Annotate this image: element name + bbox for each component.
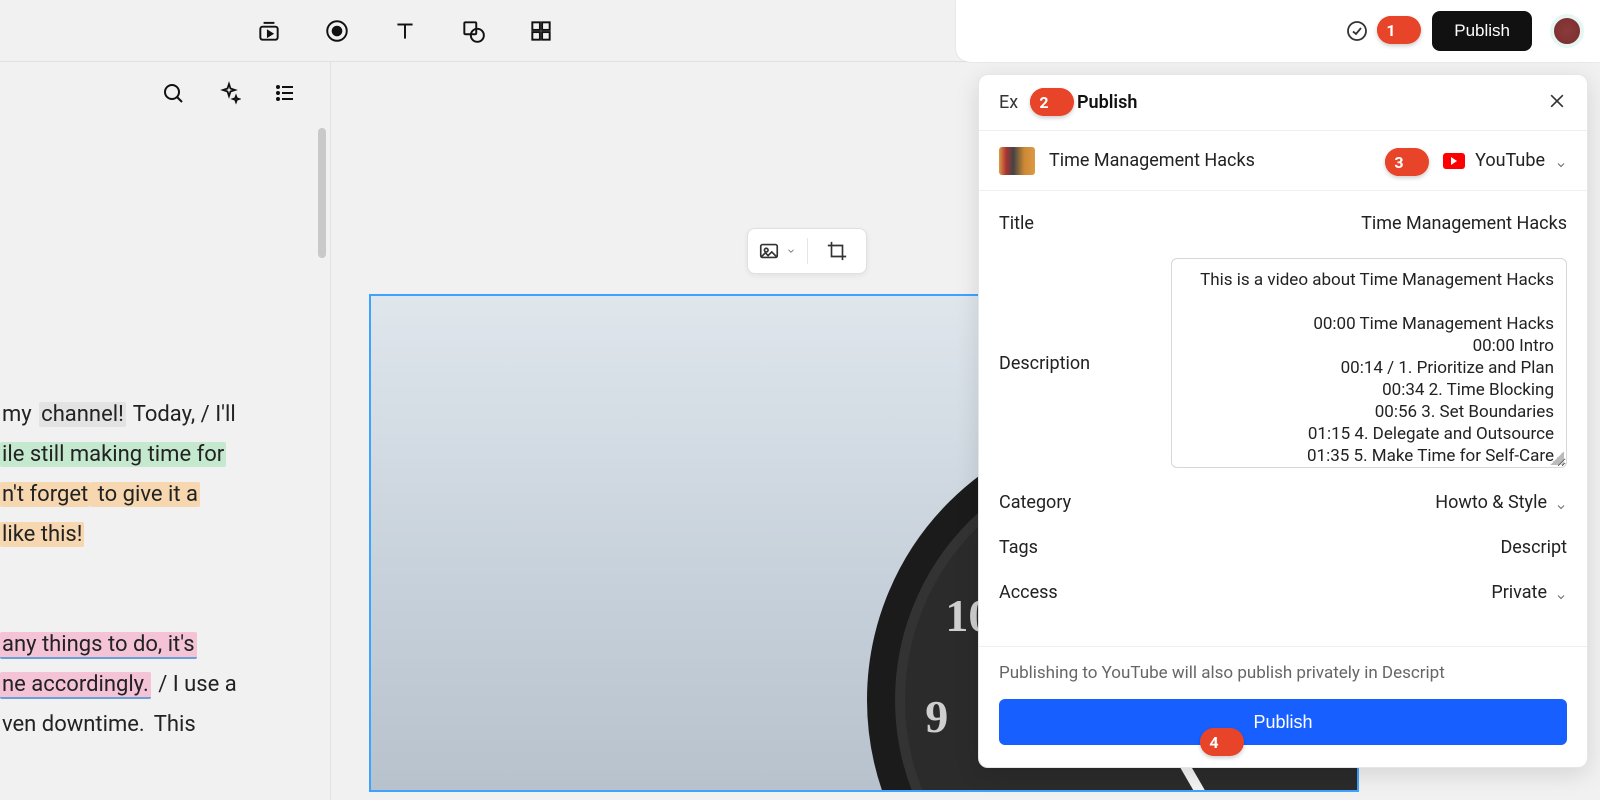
transcript-word: Today, / I'll (126, 402, 238, 427)
project-row: Time Management Hacks YouTube (979, 131, 1587, 191)
panel-title: Publish (1077, 92, 1137, 113)
chevron-down-icon (1555, 497, 1567, 509)
annotation-marker-3: 3 (1385, 148, 1429, 176)
field-value: Howto & Style (1435, 492, 1547, 513)
field-access: Access Private (999, 570, 1567, 615)
publish-button[interactable]: Publish (1432, 11, 1532, 51)
field-value[interactable]: Time Management Hacks (1361, 213, 1567, 234)
transcript-word: / I use a (151, 672, 239, 697)
transcript-word: ile still making time for (0, 442, 226, 467)
scroll-thumb[interactable] (318, 128, 326, 258)
platform-label: YouTube (1475, 150, 1545, 171)
left-tools (160, 80, 298, 106)
tags-input[interactable]: Descript (1500, 537, 1567, 558)
project-name: Time Management Hacks (1049, 150, 1255, 171)
platform-select[interactable]: YouTube (1443, 150, 1567, 171)
annotation-marker-4: 4 (1200, 728, 1244, 756)
crop-button[interactable] (808, 240, 867, 262)
transcript-word: n't forget (0, 482, 90, 507)
transcript-word: my (0, 402, 39, 427)
field-tags: Tags Descript (999, 525, 1567, 570)
publish-panel: Ex Publish Time Management Hacks YouTube… (978, 74, 1588, 768)
vertical-divider (330, 62, 331, 800)
transcript-word: ne accordingly. (0, 672, 151, 699)
text-icon[interactable] (391, 17, 419, 45)
field-category: Category Howto & Style (999, 480, 1567, 525)
chevron-down-icon (1555, 155, 1567, 167)
field-label: Description (999, 353, 1169, 374)
transcript-word: channel! (39, 402, 126, 427)
check-circle-icon[interactable] (1344, 18, 1370, 44)
field-label: Category (999, 492, 1169, 513)
field-title: Title Time Management Hacks (999, 201, 1567, 246)
image-options-button[interactable] (748, 240, 807, 262)
field-label: Title (999, 213, 1169, 234)
panel-back-label: Ex (999, 92, 1018, 113)
list-icon[interactable] (272, 80, 298, 106)
record-icon[interactable] (323, 17, 351, 45)
close-icon[interactable] (1547, 91, 1567, 115)
marker-number: 4 (1200, 728, 1228, 756)
chevron-down-icon (1555, 587, 1567, 599)
footer-note: Publishing to YouTube will also publish … (999, 663, 1567, 683)
field-value: Private (1491, 582, 1547, 603)
transcript-word: like this! (0, 522, 84, 547)
avatar[interactable] (1550, 14, 1584, 48)
description-text: This is a video about Time Management Ha… (1200, 270, 1554, 468)
description-textarea[interactable]: This is a video about Time Management Ha… (1171, 258, 1567, 468)
layout-grid-icon[interactable] (527, 17, 555, 45)
field-description: Description This is a video about Time M… (999, 246, 1567, 480)
annotation-marker-1: 1 (1377, 16, 1421, 44)
marker-number: 3 (1385, 148, 1413, 176)
transcript-word: any things to do, it's (0, 632, 197, 659)
video-queue-icon[interactable] (255, 17, 283, 45)
publish-fields: Title Time Management Hacks Description … (979, 191, 1587, 615)
resize-grip-icon[interactable] (1550, 451, 1564, 465)
panel-footer: Publishing to YouTube will also publish … (979, 646, 1587, 767)
access-select[interactable]: Private (1491, 582, 1567, 603)
marker-number: 1 (1377, 16, 1405, 44)
youtube-icon (1443, 153, 1465, 169)
sparkle-icon[interactable] (216, 80, 242, 106)
transcript-word: This (147, 712, 198, 737)
transcript-word: ven downtime. (0, 712, 147, 737)
transcript-word: to give it a (90, 482, 200, 507)
field-label: Access (999, 582, 1169, 603)
annotation-marker-2: 2 (1030, 88, 1074, 116)
panel-publish-button[interactable]: Publish (999, 699, 1567, 745)
search-icon[interactable] (160, 80, 186, 106)
image-toolbar (747, 228, 867, 274)
shape-icon[interactable] (459, 17, 487, 45)
field-label: Tags (999, 537, 1169, 558)
transcript-text: my channel! Today, / I'll ile still maki… (0, 395, 250, 745)
project-thumbnail (999, 147, 1035, 175)
header-right: Publish (956, 0, 1600, 62)
category-select[interactable]: Howto & Style (1435, 492, 1567, 513)
marker-number: 2 (1030, 88, 1058, 116)
